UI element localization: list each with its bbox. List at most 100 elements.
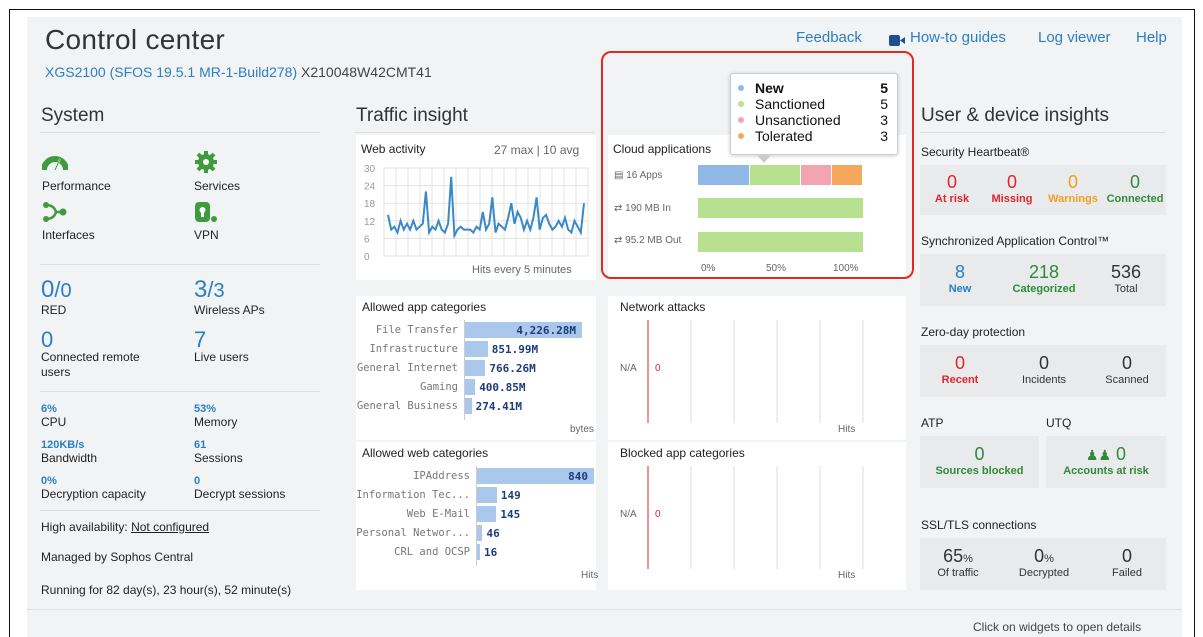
- gauge-icon: [41, 156, 69, 171]
- system-divider-2: [40, 264, 320, 265]
- web-activity-tick: 6: [364, 234, 370, 245]
- legend-item-new: New 5: [738, 80, 890, 96]
- how-to-guides-link[interactable]: How-to guides: [910, 29, 1006, 46]
- category-label: Infrastructure: [369, 343, 458, 355]
- performance-label: Performance: [42, 179, 111, 193]
- network-attacks-title: Network attacks: [620, 300, 706, 314]
- category-bar[interactable]: [464, 341, 488, 357]
- red-widget[interactable]: 0/0 RED: [41, 278, 72, 318]
- atp-sources-blocked[interactable]: 0 Sources blocked: [920, 444, 1039, 477]
- sac-new[interactable]: 8 New: [930, 262, 990, 295]
- category-value: 149: [500, 489, 521, 502]
- services-widget[interactable]: Services: [194, 150, 240, 193]
- stat-cpu: 6% CPU: [41, 403, 67, 429]
- heartbeat-warnings[interactable]: 0 Warnings: [1044, 172, 1102, 205]
- ssl-of-traffic[interactable]: 65% Of traffic: [925, 546, 991, 579]
- blocked-apps-unit: Hits: [838, 570, 856, 581]
- atp-title: ATP: [921, 416, 944, 430]
- web-activity-title: Web activity: [361, 142, 426, 156]
- network-attacks-unit: Hits: [838, 424, 856, 435]
- category-value: 400.85M: [479, 381, 526, 394]
- category-value: 274.41M: [475, 400, 523, 413]
- interfaces-widget[interactable]: Interfaces: [42, 201, 95, 242]
- app-categories-unit: bytes: [570, 424, 594, 435]
- blocked-apps-grid: [647, 466, 864, 569]
- sac-title: Synchronized Application Control™: [921, 234, 1110, 248]
- zero-day-incidents[interactable]: 0 Incidents: [1012, 353, 1076, 386]
- user-divider: [920, 132, 1165, 133]
- wireless-aps-widget[interactable]: 3/3 Wireless APs: [194, 278, 265, 318]
- category-value: 840: [568, 470, 588, 483]
- zero-day-recent[interactable]: 0 Recent: [930, 353, 990, 386]
- heartbeat-missing[interactable]: 0 Missing: [986, 172, 1038, 205]
- category-label: Information Tec...: [356, 489, 470, 501]
- live-users-widget[interactable]: 7 Live users: [194, 329, 249, 365]
- category-value: 4,226.28M: [516, 324, 576, 337]
- category-value: 145: [500, 508, 521, 521]
- heartbeat-connected[interactable]: 0 Connected: [1104, 172, 1166, 205]
- heartbeat-at-risk[interactable]: 0 At risk: [924, 172, 980, 205]
- tooltip-legend: New 5 Sanctioned 5 Unsanctioned 3 Tolerated 3: [738, 80, 890, 144]
- category-bar[interactable]: [476, 506, 497, 522]
- legend-item-unsanctioned: Unsanctioned 3: [738, 112, 890, 128]
- category-bar[interactable]: [464, 360, 486, 376]
- vpn-widget[interactable]: VPN: [194, 201, 220, 242]
- category-label: File Transfer: [375, 324, 458, 336]
- gear-icon: [195, 151, 217, 173]
- category-label: Web E-Mail: [406, 508, 470, 520]
- live-users-label: Live users: [194, 350, 249, 364]
- stat-sessions: 61 Sessions: [194, 439, 243, 465]
- sac-total[interactable]: 536 Total: [1096, 262, 1156, 295]
- system-title: System: [41, 105, 105, 126]
- video-camera-icon: [889, 33, 905, 46]
- wireless-aps-label: Wireless APs: [194, 303, 265, 317]
- web-categories-title: Allowed web categories: [362, 446, 489, 460]
- users-icon: ♟♟: [1085, 447, 1112, 463]
- performance-widget[interactable]: Performance: [41, 150, 111, 193]
- system-stats: 6% CPU 53% Memory 120KB/s Bandwidth 61 Sessi…: [41, 403, 341, 508]
- web-activity-summary: 27 max | 10 avg: [494, 143, 580, 157]
- stat-decryption-capacity: 0% Decryption capacity: [41, 475, 146, 501]
- zero-day-scanned[interactable]: 0 Scanned: [1096, 353, 1158, 386]
- device-link[interactable]: XGS2100 (SFOS 19.5.1 MR-1-Build278): [45, 64, 297, 80]
- web-categories-chart: IPAddress 840 Information Tec... 149 Web E-M…: [356, 466, 596, 566]
- sac-categorized[interactable]: 218 Categorized: [1006, 262, 1082, 295]
- remote-users-widget[interactable]: 0 Connected remote users: [41, 329, 171, 380]
- category-bar[interactable]: [464, 398, 472, 414]
- remote-users-label: Connected remote users: [41, 350, 140, 379]
- network-attacks-value: 0: [655, 363, 661, 374]
- stat-memory: 53% Memory: [194, 403, 238, 429]
- system-divider-3: [40, 391, 320, 392]
- web-activity-tick: 18: [364, 199, 376, 210]
- log-viewer-link[interactable]: Log viewer: [1038, 29, 1111, 46]
- stat-bandwidth: 120KB/s Bandwidth: [41, 439, 98, 465]
- serial-number: X210048W42CMT41: [301, 64, 432, 80]
- app-categories-chart: File Transfer 4,226.28M Infrastructure 851.…: [356, 320, 596, 420]
- ssl-failed[interactable]: 0 Failed: [1096, 546, 1158, 579]
- category-label: Personal Networ...: [356, 527, 470, 539]
- traffic-insight-title: Traffic insight: [356, 105, 468, 126]
- vpn-lock-icon: [195, 202, 217, 222]
- category-bar[interactable]: [464, 379, 476, 395]
- category-label: CRL and OCSP: [394, 546, 470, 558]
- tooltip-pointer: [757, 155, 771, 163]
- category-value: 851.99M: [491, 343, 539, 356]
- red-label: RED: [41, 303, 67, 317]
- web-activity-tick: 24: [364, 182, 376, 193]
- system-divider: [40, 132, 320, 133]
- utq-accounts-at-risk[interactable]: ♟♟ 0 Accounts at risk: [1046, 444, 1166, 477]
- category-bar[interactable]: [476, 487, 497, 503]
- feedback-link[interactable]: Feedback: [796, 29, 862, 46]
- category-label: General Internet: [356, 362, 458, 374]
- help-link[interactable]: Help: [1136, 29, 1167, 46]
- traffic-divider: [355, 132, 595, 133]
- managed-by: Managed by Sophos Central: [41, 550, 194, 564]
- ssl-decrypted[interactable]: 0% Decrypted: [1010, 546, 1078, 579]
- services-label: Services: [194, 179, 241, 193]
- app-categories-title: Allowed app categories: [362, 300, 487, 314]
- device-info: XGS2100 (SFOS 19.5.1 MR-1-Build278) X210…: [45, 64, 432, 80]
- ha-config-link[interactable]: Not configured: [131, 520, 209, 534]
- blocked-apps-na: N/A: [620, 509, 637, 520]
- blocked-apps-title: Blocked app categories: [620, 446, 745, 460]
- legend-item-tolerated: Tolerated 3: [738, 128, 890, 144]
